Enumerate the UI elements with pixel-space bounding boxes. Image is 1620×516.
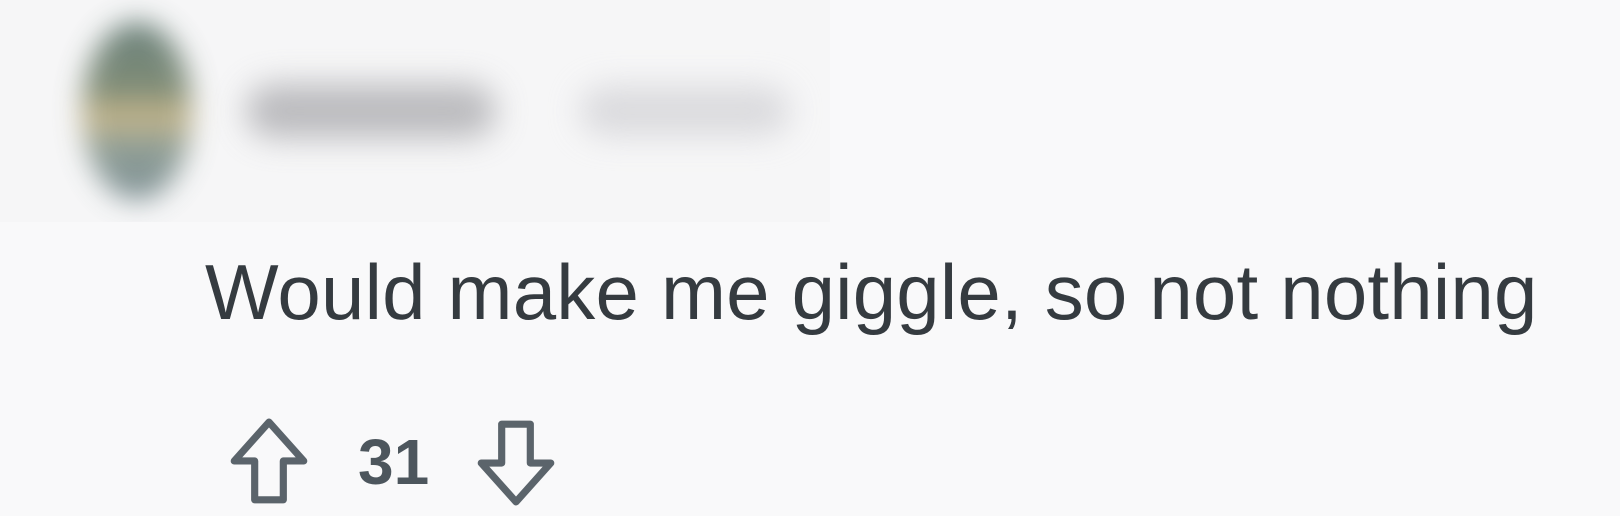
downvote-button[interactable] [473,412,559,512]
username-redacted[interactable] [246,84,496,138]
upvote-button[interactable] [226,412,312,512]
comment-body: Would make me giggle, so not nothing [205,248,1538,336]
comment-actions: 31 [226,412,559,512]
arrow-up-outline-icon [230,418,308,504]
vote-score: 31 [358,426,430,498]
arrow-down-outline-icon [477,420,555,506]
avatar[interactable] [82,22,192,200]
comment-author-header-redacted [0,0,830,222]
comment: Would make me giggle, so not nothing 31 [0,0,1620,516]
timestamp-redacted [580,86,790,136]
